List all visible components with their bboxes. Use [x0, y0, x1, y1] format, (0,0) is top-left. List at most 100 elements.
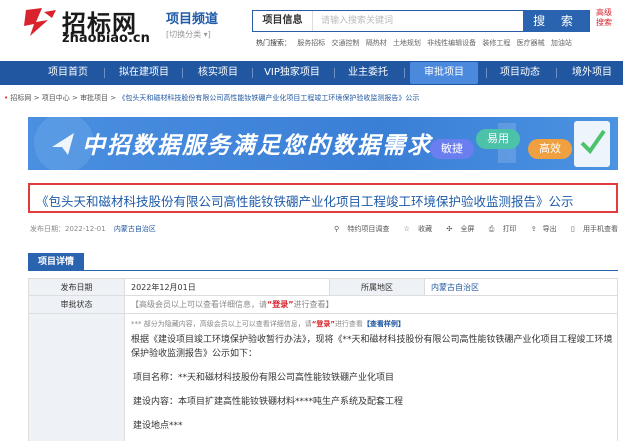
- advanced-search-line-2: 搜索: [596, 18, 612, 27]
- hot-search-item[interactable]: 服务招标: [297, 39, 325, 47]
- tab-underline: [28, 270, 618, 271]
- banner-pill-efficient: 高效: [528, 139, 572, 159]
- breadcrumb-dot-icon: •: [4, 94, 9, 102]
- publish-date-cell-label: 发布日期: [29, 279, 125, 295]
- notice-title-box: 《包头天和磁材科技股份有限公司高性能钕铁硼产业化项目工程竣工环境保护验收监测报告…: [28, 183, 618, 213]
- project-name-line: 项目名称：**天和磁材科技股份有限公司高性能钕铁硼产业化项目: [133, 373, 395, 383]
- search-type-label: 项目信息: [262, 15, 303, 26]
- nav-separator: [104, 68, 105, 78]
- hot-search-item[interactable]: 装修工程: [482, 39, 510, 47]
- hidden-prefix: *** 部分为隐藏内容，高级会员以上可以查看详细信息，请: [131, 320, 312, 328]
- content-body: *** 部分为隐藏内容，高级会员以上可以查看详细信息，请“登录”进行查看【查看样…: [125, 314, 617, 441]
- detail-row-date-region: 发布日期 2022年12月01日 所属地区 内蒙古自治区: [28, 278, 618, 296]
- detail-row-content: *** 部分为隐藏内容，高级会员以上可以查看详细信息，请“登录”进行查看【查看样…: [28, 314, 618, 441]
- nav-separator: [556, 68, 557, 78]
- tab-project-detail[interactable]: 项目详情: [28, 253, 84, 271]
- mobile-view-button[interactable]: ▯ 用手机查看: [565, 225, 618, 233]
- breadcrumb-link[interactable]: 项目中心: [42, 94, 70, 102]
- nav-item-approval[interactable]: 审批项目: [410, 62, 478, 84]
- hot-search-label: 热门搜索：: [256, 39, 291, 47]
- breadcrumb-separator: >: [110, 94, 117, 102]
- hot-search-item[interactable]: 医疗器械: [517, 39, 545, 47]
- favorite-label: 收藏: [418, 225, 433, 233]
- status-login-link[interactable]: “登录”: [267, 300, 294, 309]
- logo-mark-icon: [24, 8, 56, 36]
- channel-block: 项目频道 [切换分类 ▾]: [166, 8, 218, 40]
- advanced-search-line-1: 高级: [596, 8, 612, 17]
- hot-search-item[interactable]: 隔热材: [366, 39, 387, 47]
- nav-item-dynamics[interactable]: 项目动态: [492, 61, 548, 85]
- breadcrumb-current[interactable]: 《包头天和磁材科技股份有限公司高性能钕铁硼产业化项目工程竣工环境保护验收监测报告…: [118, 94, 419, 102]
- status-cell-label: 审批状态: [29, 296, 125, 313]
- content-paragraph: 根据《建设项目竣工环境保护验收暂行办法》，现将《**天和磁材科技股份有限公司高性…: [131, 335, 613, 359]
- mobile-view-label: 用手机查看: [583, 225, 618, 233]
- nav-item-vip[interactable]: VIP独家项目: [256, 61, 328, 85]
- region-link[interactable]: 内蒙古自治区: [114, 225, 156, 233]
- channel-title: 项目频道: [166, 12, 219, 27]
- publish-date-label: 发布日期：: [30, 225, 65, 233]
- meta-row: 发布日期：2022-12-01 内蒙古自治区 ⚲ 特约项目调查 ☆ 收藏 ✣ 全…: [30, 222, 618, 236]
- breadcrumb-link[interactable]: 招标网: [10, 94, 31, 102]
- notice-title: 《包头天和磁材科技股份有限公司高性能钕铁硼产业化项目工程竣工环境保护验收监测报告…: [36, 194, 574, 209]
- site-header: 招标网 zhaobiao.cn 项目频道 [切换分类 ▾] 项目信息 搜 索 高…: [0, 0, 623, 60]
- hidden-mid: 进行查看: [334, 320, 363, 328]
- breadcrumb: • 招标网 > 项目中心 > 审批项目 > 《包头天和磁材科技股份有限公司高性能…: [4, 93, 419, 103]
- export-button[interactable]: ⇪ 导出: [525, 225, 557, 233]
- publish-date: 2022-12-01: [65, 225, 106, 233]
- hot-search-item[interactable]: 土地规划: [393, 39, 421, 47]
- nav-separator: [182, 68, 183, 78]
- build-content-line: 建设内容：本项目扩建高性能钕铁硼材料****吨生产系统及配套工程: [133, 397, 404, 407]
- site-logo[interactable]: 招标网 zhaobiao.cn: [22, 4, 152, 48]
- publish-date-cell-value: 2022年12月01日: [131, 283, 196, 292]
- export-label: 导出: [542, 225, 557, 233]
- hidden-login-link[interactable]: “登录”: [312, 320, 335, 328]
- nav-separator: [252, 68, 253, 78]
- survey-button[interactable]: ⚲ 特约项目调查: [328, 225, 389, 233]
- channel-switch-link[interactable]: [切换分类 ▾]: [166, 29, 218, 40]
- nav-separator: [486, 68, 487, 78]
- banner-headline: 中招数据服务满足您的数据需求: [82, 133, 432, 159]
- detail-row-status: 审批状态 【高级会员以上可以查看详细信息，请“登录”进行查看】: [28, 296, 618, 314]
- banner-pill-easy: 易用: [476, 129, 520, 149]
- search-type-select[interactable]: 项目信息: [253, 11, 313, 31]
- promo-banner[interactable]: 中招数据服务满足您的数据需求 敏捷 易用 高效: [28, 117, 618, 170]
- hot-search-item[interactable]: 交通控制: [331, 39, 359, 47]
- hot-search-item[interactable]: 加油站: [551, 39, 572, 47]
- hot-search: 热门搜索： 服务招标 交通控制 隔热材 土地规划 非线性编辑设备 装修工程 医疗…: [256, 38, 576, 48]
- status-cell-value: 【高级会员以上可以查看详细信息，请“登录”进行查看】: [125, 296, 617, 313]
- logo-text-en: zhaobiao.cn: [62, 31, 150, 46]
- nav-item-proposed[interactable]: 拟在建项目: [112, 61, 176, 85]
- print-button[interactable]: ⎙ 打印: [483, 225, 517, 233]
- status-suffix: 进行查看】: [293, 300, 334, 309]
- search-button[interactable]: 搜 索: [523, 10, 589, 32]
- nav-item-home[interactable]: 项目首页: [40, 61, 96, 85]
- nav-separator: [334, 68, 335, 78]
- fullscreen-icon: ✣: [446, 225, 453, 233]
- hot-search-item[interactable]: 非线性编辑设备: [427, 39, 476, 47]
- fullscreen-button[interactable]: ✣ 全屏: [440, 225, 474, 233]
- region-cell-value[interactable]: 内蒙古自治区: [425, 279, 617, 295]
- search-icon: ⚲: [334, 225, 340, 233]
- publish-info: 发布日期：2022-12-01 内蒙古自治区: [30, 224, 156, 234]
- hidden-content-notice: *** 部分为隐藏内容，高级会员以上可以查看详细信息，请“登录”进行查看【查看样…: [131, 319, 617, 329]
- survey-label: 特约项目调查: [347, 225, 390, 233]
- fullscreen-label: 全屏: [460, 225, 475, 233]
- nav-item-owner[interactable]: 业主委托: [340, 61, 396, 85]
- print-label: 打印: [502, 225, 517, 233]
- advanced-search-link[interactable]: 高级 搜索: [596, 8, 612, 28]
- banner-pill-agile: 敏捷: [430, 139, 474, 159]
- search-box: 项目信息 搜 索: [252, 10, 590, 32]
- view-sample-link[interactable]: 【查看样例】: [363, 320, 405, 328]
- favorite-button[interactable]: ☆ 收藏: [398, 225, 433, 233]
- nav-item-overseas[interactable]: 境外项目: [564, 61, 620, 85]
- region-cell-label: 所属地区: [329, 279, 425, 295]
- nav-separator: [404, 68, 405, 78]
- print-icon: ⎙: [488, 225, 495, 233]
- content-cell-label: [29, 314, 125, 441]
- main-nav: 项目首页 拟在建项目 核实项目 VIP独家项目 业主委托 审批项目 项目动态 境…: [0, 61, 623, 85]
- breadcrumb-separator: >: [71, 94, 78, 102]
- nav-item-verified[interactable]: 核实项目: [190, 61, 246, 85]
- export-icon: ⇪: [530, 225, 537, 233]
- breadcrumb-link[interactable]: 审批项目: [80, 94, 108, 102]
- search-input[interactable]: [317, 11, 525, 31]
